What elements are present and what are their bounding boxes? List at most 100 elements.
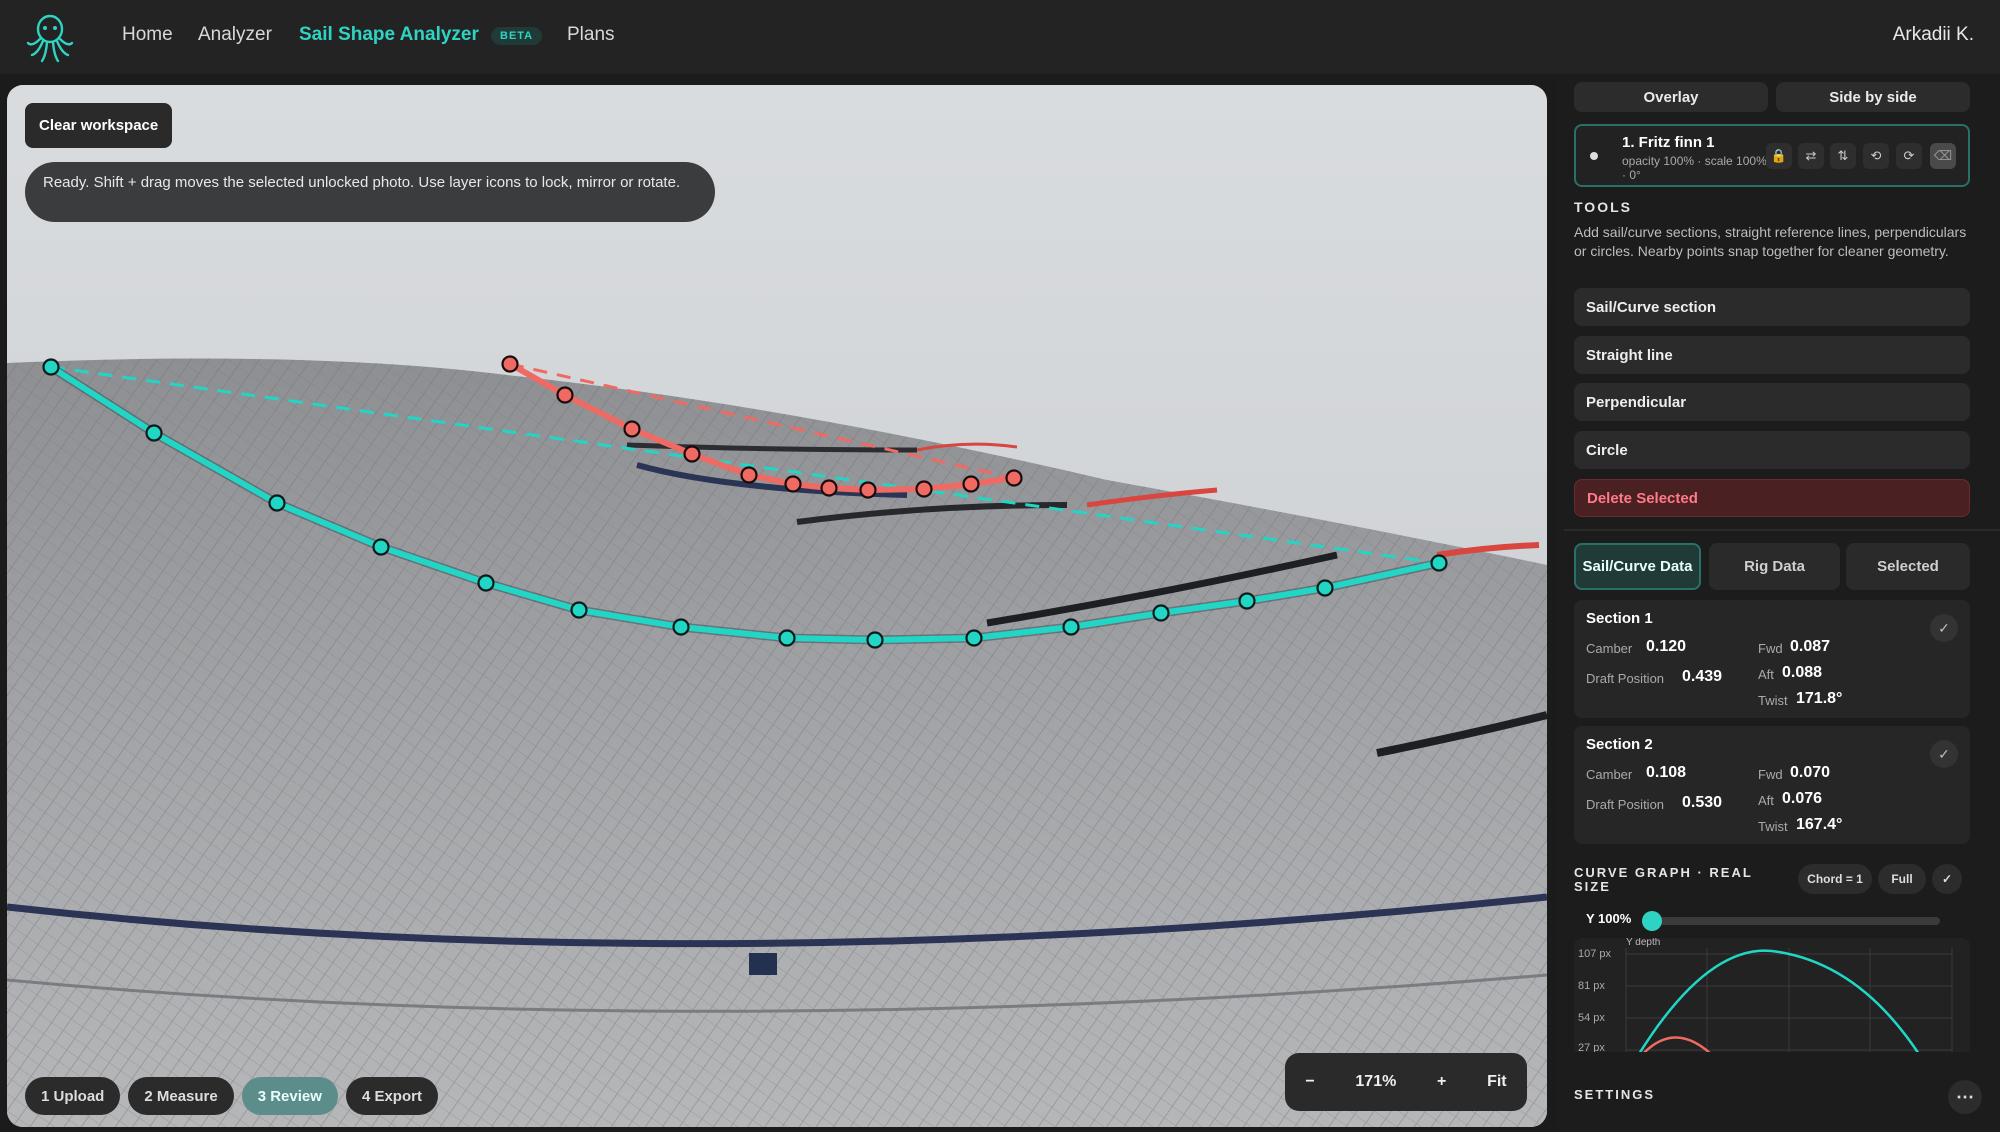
- curve-point[interactable]: [145, 424, 163, 442]
- curve-point[interactable]: [1152, 604, 1170, 622]
- fwd-label: Fwd: [1758, 641, 1783, 656]
- curve-point[interactable]: [965, 629, 983, 647]
- layer-subtitle: opacity 100% · scale 100% · 0°: [1622, 154, 1767, 182]
- rotate-right-icon[interactable]: ⟳: [1896, 143, 1922, 169]
- check-icon[interactable]: ✓: [1930, 614, 1958, 642]
- curve-graph-plot: [1625, 948, 1953, 1058]
- tab-rig-data[interactable]: Rig Data: [1709, 543, 1840, 590]
- curve-point[interactable]: [820, 479, 838, 497]
- curve-point[interactable]: [866, 631, 884, 649]
- y-tick-label: 107 px: [1578, 948, 1612, 960]
- curve-point[interactable]: [859, 481, 877, 499]
- chord-toggle-button[interactable]: Chord = 1: [1798, 864, 1872, 894]
- nav-home[interactable]: Home: [122, 24, 173, 46]
- nav-analyzer[interactable]: Analyzer: [198, 24, 272, 46]
- section-card[interactable]: Section 2 ✓ Camber 0.108 Draft Position …: [1574, 726, 1970, 844]
- step-export[interactable]: 4 Export: [345, 1077, 438, 1115]
- curve-graph: Y depth 107 px 81 px 54 px 27 px: [1574, 938, 1970, 1058]
- twist-value: 167.4°: [1796, 816, 1843, 833]
- curve-point[interactable]: [268, 494, 286, 512]
- top-navbar: Home Analyzer Sail Shape Analyzer BETA P…: [0, 0, 2000, 74]
- curve-point[interactable]: [672, 618, 690, 636]
- tool-straight-line[interactable]: Straight line: [1574, 336, 1970, 374]
- draft-value: 0.439: [1682, 668, 1723, 685]
- layer-visibility-dot[interactable]: [1590, 152, 1598, 160]
- aft-value: 0.076: [1782, 790, 1823, 807]
- sail-patch: [749, 953, 777, 975]
- section-title: Section 1: [1586, 610, 1653, 627]
- check-icon[interactable]: ✓: [1932, 864, 1962, 894]
- view-mode-overlay[interactable]: Overlay: [1574, 82, 1768, 112]
- step-upload[interactable]: 1 Upload: [25, 1077, 121, 1115]
- curve-point[interactable]: [372, 538, 390, 556]
- curve-graph-heading: CURVE GRAPH · REAL SIZE: [1574, 865, 1753, 894]
- tool-perpendicular[interactable]: Perpendicular: [1574, 383, 1970, 421]
- curve-point[interactable]: [477, 574, 495, 592]
- step-review[interactable]: 3 Review: [241, 1077, 338, 1115]
- tab-sail-curve-data[interactable]: Sail/Curve Data: [1574, 543, 1701, 590]
- y-scale-slider-track[interactable]: [1644, 917, 1940, 925]
- zoom-level: 171%: [1355, 1073, 1397, 1090]
- full-toggle-button[interactable]: Full: [1878, 864, 1926, 894]
- lock-icon[interactable]: 🔒: [1766, 143, 1792, 169]
- user-name[interactable]: Arkadii K.: [1893, 24, 1974, 46]
- aft-value: 0.088: [1782, 664, 1823, 681]
- curve-point[interactable]: [778, 629, 796, 647]
- rotate-left-icon[interactable]: ⟲: [1863, 143, 1889, 169]
- step-measure[interactable]: 2 Measure: [128, 1077, 234, 1115]
- curve-point[interactable]: [1238, 592, 1256, 610]
- y-tick-label: 81 px: [1578, 980, 1605, 992]
- twist-value: 171.8°: [1796, 690, 1843, 707]
- settings-heading[interactable]: SETTINGS: [1574, 1087, 1655, 1102]
- check-icon[interactable]: ✓: [1930, 740, 1958, 768]
- curve-point[interactable]: [1062, 618, 1080, 636]
- tool-circle[interactable]: Circle: [1574, 431, 1970, 469]
- curve-point[interactable]: [683, 445, 701, 463]
- fwd-value: 0.087: [1790, 638, 1831, 655]
- octopus-logo-icon[interactable]: [22, 9, 78, 65]
- camber-value: 0.120: [1646, 638, 1687, 655]
- mirror-horizontal-icon[interactable]: ⇄: [1798, 143, 1824, 169]
- section-title: Section 2: [1586, 736, 1653, 753]
- trash-icon[interactable]: ⌫: [1930, 143, 1956, 169]
- graph-axis-title: Y depth: [1626, 938, 1661, 948]
- view-mode-side-by-side[interactable]: Side by side: [1776, 82, 1970, 112]
- zoom-in-button[interactable]: +: [1437, 1073, 1446, 1091]
- curve-point[interactable]: [556, 386, 574, 404]
- curve-point[interactable]: [570, 601, 588, 619]
- zoom-out-button[interactable]: −: [1305, 1073, 1314, 1091]
- y-scale-slider-handle[interactable]: [1642, 911, 1662, 931]
- clear-workspace-button[interactable]: Clear workspace: [25, 103, 173, 148]
- zoom-controls: − 171% + Fit: [1285, 1053, 1527, 1111]
- tab-selected[interactable]: Selected: [1846, 543, 1970, 590]
- curve-point[interactable]: [1316, 579, 1334, 597]
- curve-point[interactable]: [915, 480, 933, 498]
- sail-photo-scene: [7, 85, 1547, 1127]
- curve-point[interactable]: [740, 466, 758, 484]
- layer-title: 1. Fritz finn 1: [1622, 134, 1715, 151]
- curve-point[interactable]: [1430, 554, 1448, 572]
- camber-label: Camber: [1586, 641, 1633, 656]
- layer-item[interactable]: 1. Fritz finn 1 opacity 100% · scale 100…: [1574, 124, 1970, 187]
- curve-point[interactable]: [623, 420, 641, 438]
- mirror-vertical-icon[interactable]: ⇅: [1830, 143, 1856, 169]
- zoom-fit-button[interactable]: Fit: [1487, 1073, 1507, 1091]
- curve-point[interactable]: [784, 475, 802, 493]
- workspace-canvas[interactable]: Clear workspace Ready. Shift + drag move…: [7, 85, 1547, 1127]
- section-card[interactable]: Section 1 ✓ Camber 0.120 Draft Position …: [1574, 600, 1970, 718]
- draft-value: 0.530: [1682, 794, 1723, 811]
- curve-point[interactable]: [1005, 469, 1023, 487]
- aft-label: Aft: [1758, 793, 1774, 808]
- curve-point[interactable]: [962, 475, 980, 493]
- section-1-graph-curve: [1635, 949, 1923, 1058]
- more-options-icon[interactable]: ⋯: [1948, 1080, 1982, 1114]
- curve-point[interactable]: [42, 358, 60, 376]
- nav-plans[interactable]: Plans: [567, 24, 615, 46]
- tool-sail-curve-section[interactable]: Sail/Curve section: [1574, 288, 1970, 326]
- camber-value: 0.108: [1646, 764, 1687, 781]
- twist-label: Twist: [1758, 819, 1788, 834]
- twist-label: Twist: [1758, 693, 1788, 708]
- nav-sail-shape-analyzer[interactable]: Sail Shape Analyzer: [299, 24, 479, 46]
- delete-selected-button[interactable]: Delete Selected: [1574, 479, 1970, 517]
- curve-point[interactable]: [501, 355, 519, 373]
